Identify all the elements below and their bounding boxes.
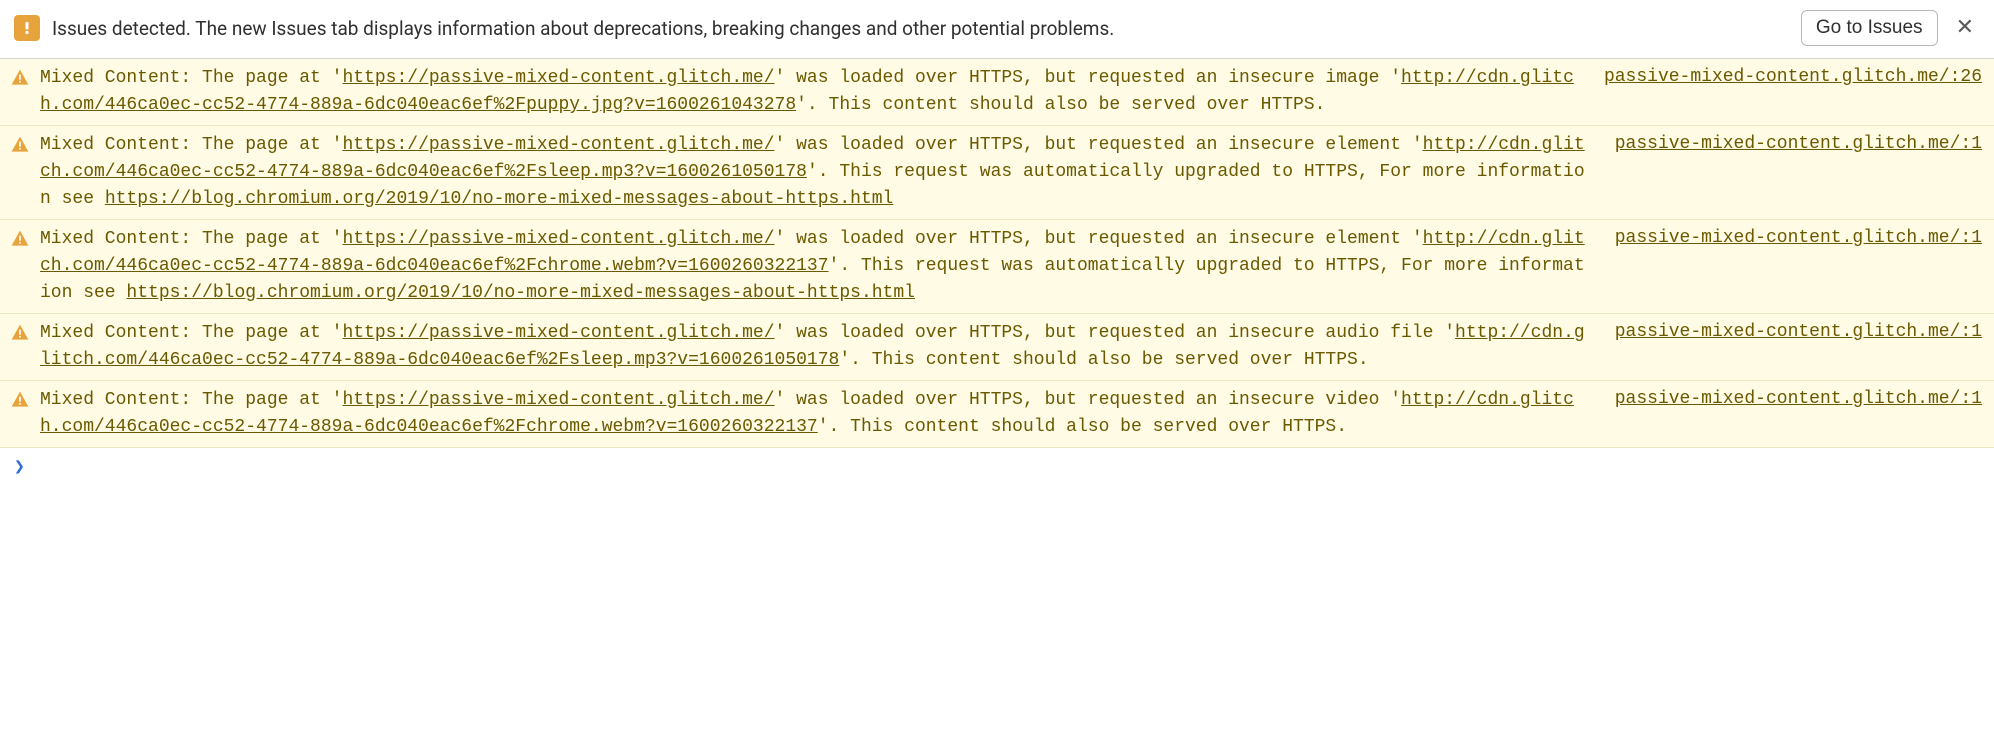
- console-warning-row: Mixed Content: The page at 'https://pass…: [0, 381, 1994, 448]
- console-warning-row: Mixed Content: The page at 'https://pass…: [0, 126, 1994, 220]
- warning-triangle-icon: [10, 323, 30, 343]
- page-url-link[interactable]: https://passive-mixed-content.glitch.me/: [342, 229, 774, 249]
- warning-text-pre: Mixed Content: The page at ': [40, 390, 342, 410]
- console-warnings: Mixed Content: The page at 'https://pass…: [0, 59, 1994, 448]
- warning-message: Mixed Content: The page at 'https://pass…: [40, 226, 1605, 307]
- source-link[interactable]: passive-mixed-content.glitch.me/:1: [1615, 389, 1982, 409]
- issues-banner: Issues detected. The new Issues tab disp…: [0, 0, 1994, 59]
- warning-text-pre: Mixed Content: The page at ': [40, 135, 342, 155]
- console-warning-row: Mixed Content: The page at 'https://pass…: [0, 220, 1994, 314]
- issues-text: Issues detected. The new Issues tab disp…: [52, 17, 1789, 40]
- warning-text-mid: ' was loaded over HTTPS, but requested a…: [775, 390, 1402, 410]
- page-url-link[interactable]: https://passive-mixed-content.glitch.me/: [342, 390, 774, 410]
- issues-icon: [14, 15, 40, 41]
- warning-triangle-icon: [10, 229, 30, 249]
- warning-text-pre: Mixed Content: The page at ': [40, 229, 342, 249]
- warning-text-tail: '. This content should also be served ov…: [796, 95, 1325, 115]
- source-link[interactable]: passive-mixed-content.glitch.me/:1: [1615, 228, 1982, 248]
- warning-text-mid: ' was loaded over HTTPS, but requested a…: [775, 68, 1402, 88]
- warning-message: Mixed Content: The page at 'https://pass…: [40, 65, 1594, 119]
- page-url-link[interactable]: https://passive-mixed-content.glitch.me/: [342, 135, 774, 155]
- page-url-link[interactable]: https://passive-mixed-content.glitch.me/: [342, 323, 774, 343]
- console-prompt[interactable]: ❯: [0, 448, 1994, 485]
- chevron-right-icon: ❯: [14, 456, 25, 477]
- warning-text-mid: ' was loaded over HTTPS, but requested a…: [775, 323, 1456, 343]
- page-url-link[interactable]: https://passive-mixed-content.glitch.me/: [342, 68, 774, 88]
- console-warning-row: Mixed Content: The page at 'https://pass…: [0, 59, 1994, 126]
- source-link[interactable]: passive-mixed-content.glitch.me/:26: [1604, 67, 1982, 87]
- warning-message: Mixed Content: The page at 'https://pass…: [40, 387, 1605, 441]
- warning-triangle-icon: [10, 390, 30, 410]
- info-url-link[interactable]: https://blog.chromium.org/2019/10/no-mor…: [126, 283, 915, 303]
- warning-text-pre: Mixed Content: The page at ': [40, 68, 342, 88]
- warning-triangle-icon: [10, 135, 30, 155]
- info-url-link[interactable]: https://blog.chromium.org/2019/10/no-mor…: [105, 189, 894, 209]
- warning-text-mid: ' was loaded over HTTPS, but requested a…: [775, 135, 1423, 155]
- source-link[interactable]: passive-mixed-content.glitch.me/:1: [1615, 322, 1982, 342]
- warning-text-pre: Mixed Content: The page at ': [40, 323, 342, 343]
- warning-text-tail: '. This content should also be served ov…: [839, 350, 1368, 370]
- warning-text-tail: '. This content should also be served ov…: [818, 417, 1347, 437]
- console-warning-row: Mixed Content: The page at 'https://pass…: [0, 314, 1994, 381]
- close-icon[interactable]: ✕: [1950, 17, 1980, 39]
- warning-text-mid: ' was loaded over HTTPS, but requested a…: [775, 229, 1423, 249]
- warning-message: Mixed Content: The page at 'https://pass…: [40, 132, 1605, 213]
- warning-triangle-icon: [10, 68, 30, 88]
- go-to-issues-button[interactable]: Go to Issues: [1801, 10, 1938, 46]
- source-link[interactable]: passive-mixed-content.glitch.me/:1: [1615, 134, 1982, 154]
- warning-message: Mixed Content: The page at 'https://pass…: [40, 320, 1605, 374]
